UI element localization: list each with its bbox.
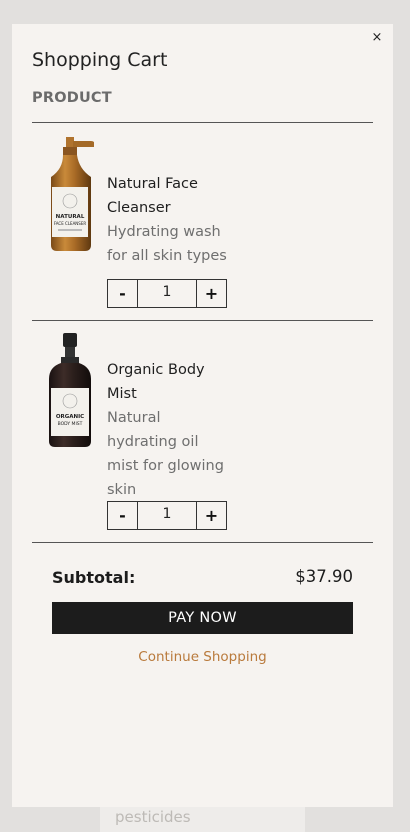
background-product-text: pesticides: [115, 808, 191, 826]
increase-quantity-button[interactable]: +: [196, 280, 226, 307]
cart-item: NATURAL FACE CLEANSER Natural Face Clean…: [32, 123, 373, 320]
quantity-input[interactable]: 1: [138, 502, 196, 529]
item-description: Hydrating wash for all skin types: [107, 224, 227, 264]
product-image-body-mist: ORGANIC BODY MIST: [49, 333, 91, 447]
quantity-input[interactable]: 1: [138, 280, 196, 307]
pay-now-button[interactable]: PAY NOW: [52, 602, 353, 634]
subtotal-label: Subtotal:: [52, 568, 136, 587]
quantity-stepper: - 1 +: [107, 279, 227, 308]
increase-quantity-button[interactable]: +: [196, 502, 226, 529]
item-name: Organic Body Mist: [107, 362, 205, 402]
cart-drawer: × Shopping Cart PRODUCT NATURAL FACE CLE…: [12, 24, 393, 807]
product-label-subtext: BODY MIST: [58, 421, 83, 427]
product-image-face-cleanser: NATURAL FACE CLEANSER: [51, 137, 94, 251]
product-label-text: NATURAL: [56, 214, 85, 220]
item-description: Natural hydrating oil mist for glowing s…: [107, 410, 224, 498]
item-name: Natural Face Cleanser: [107, 176, 198, 216]
decrease-quantity-button[interactable]: -: [108, 280, 138, 307]
quantity-stepper: - 1 +: [107, 501, 227, 530]
product-column-header: PRODUCT: [32, 90, 112, 106]
cart-item: ORGANIC BODY MIST Organic Body Mist Natu…: [32, 321, 373, 542]
subtotal-value: $37.90: [295, 567, 353, 586]
product-label-text: ORGANIC: [56, 414, 84, 420]
divider: [32, 542, 373, 543]
close-icon[interactable]: ×: [370, 30, 384, 46]
cart-title: Shopping Cart: [32, 49, 168, 71]
product-label-subtext: FACE CLEANSER: [54, 221, 87, 226]
decrease-quantity-button[interactable]: -: [108, 502, 138, 529]
continue-shopping-link[interactable]: Continue Shopping: [12, 649, 393, 665]
